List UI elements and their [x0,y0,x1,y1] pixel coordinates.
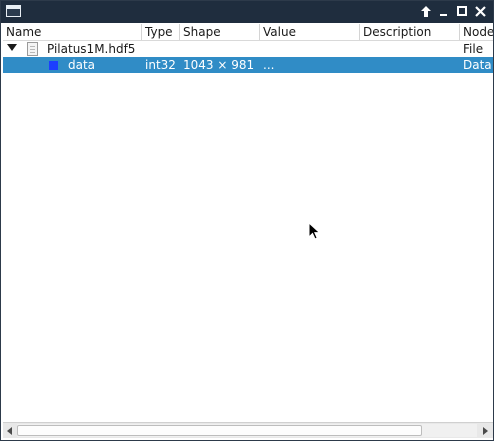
close-icon [474,6,486,17]
expand-arrow-icon[interactable] [7,44,17,51]
tree-item-node: Data [463,58,492,72]
scroll-left-arrow-icon[interactable] [3,423,17,438]
column-header-name[interactable]: Name [3,24,142,40]
scroll-track[interactable] [17,424,477,437]
arrow-up-icon [421,6,431,17]
tree-item-value [263,41,360,57]
tree-item-name: Pilatus1M.hdf5 [47,42,136,56]
horizontal-scrollbar[interactable] [3,422,493,438]
tree-item-name: data [68,58,96,72]
mouse-cursor-icon [308,222,321,240]
column-header-node[interactable]: Node [460,24,493,40]
column-header: Name Type Shape Value Description Node [3,24,493,41]
tree-item-shape [183,41,260,57]
maximize-icon [457,6,467,16]
minimize-button[interactable] [436,4,452,20]
column-header-description[interactable]: Description [360,24,460,40]
keep-above-button[interactable] [418,4,434,20]
column-header-value[interactable]: Value [260,24,360,40]
tree-item-shape: 1043 × 981 [183,58,255,72]
dataset-icon [49,61,58,70]
tree-item-description [363,41,460,57]
tree-item-description [363,57,460,73]
hdf5-tree-view[interactable]: Pilatus1M.hdf5 File data int32 1043 × 98… [3,41,493,422]
file-icon [27,42,38,56]
tree-item-type: int32 [145,58,176,72]
window-icon[interactable] [6,5,21,17]
tree-row-file[interactable]: Pilatus1M.hdf5 File [3,41,493,57]
hdf5-viewer-window: Name Type Shape Value Description Node P… [0,0,494,441]
tree-row-dataset[interactable]: data int32 1043 × 981 ... Data [3,57,493,73]
tree-item-value: ... [263,58,275,72]
tree-item-node: File [463,42,484,56]
maximize-button[interactable] [454,4,470,20]
close-button[interactable] [472,4,488,20]
title-bar[interactable] [1,1,493,23]
column-header-type[interactable]: Type [142,24,180,40]
tree-item-type [145,41,180,57]
minimize-icon [440,14,447,16]
column-header-shape[interactable]: Shape [180,24,260,40]
scroll-right-arrow-icon[interactable] [478,423,492,438]
scroll-thumb[interactable] [17,425,422,436]
